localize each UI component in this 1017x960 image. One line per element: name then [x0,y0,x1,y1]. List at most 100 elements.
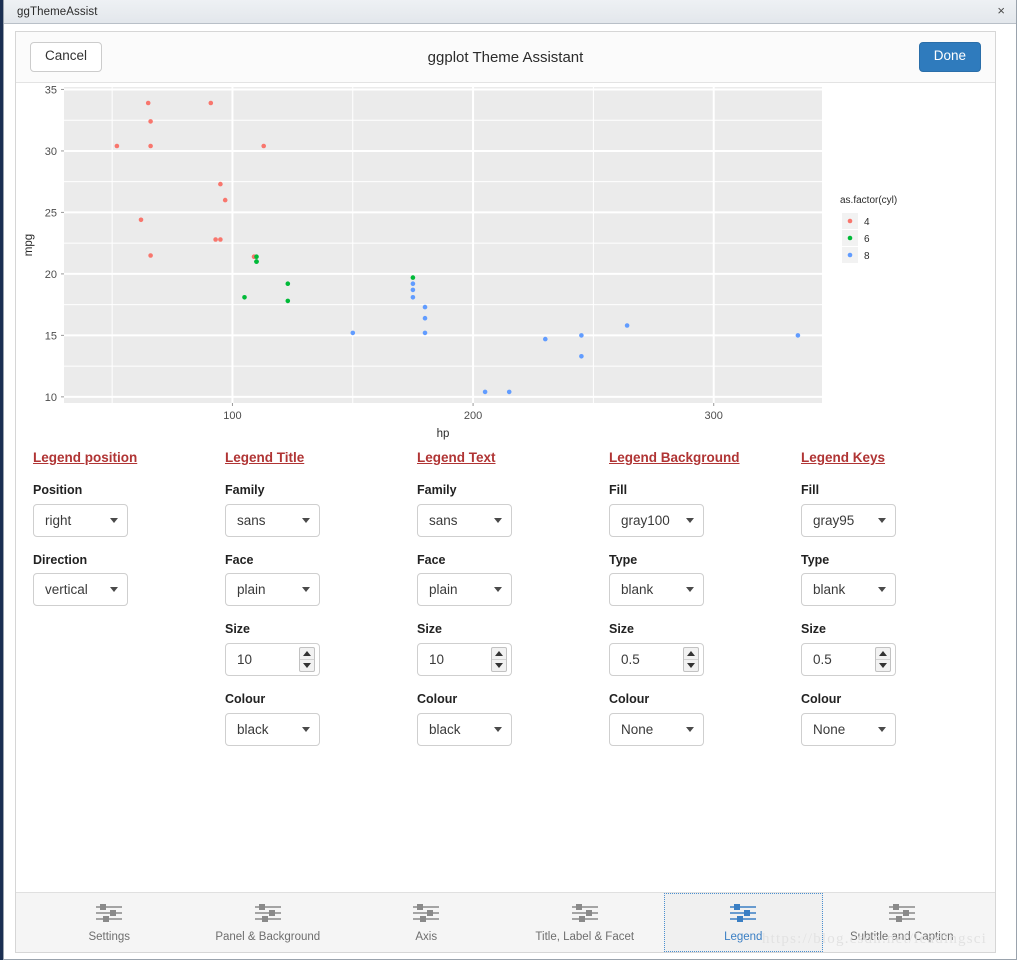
x-axis-label: hp [437,428,450,440]
select-legend-text-family[interactable]: sans [417,503,512,537]
chevron-down-icon [686,587,694,593]
done-button[interactable]: Done [918,42,981,72]
field-legend-position-position: Position right [33,482,213,537]
chevron-down-icon [686,517,694,523]
select-legend-keys-colour[interactable]: None [801,712,896,746]
field-label: Position [33,482,83,497]
control-section-legend-background: Legend Background Fill gray100 Type blank Siz… [597,450,789,763]
spinner-arrows [299,647,315,673]
tab-axis[interactable]: Axis [347,893,506,952]
y-axis-label: mpg [23,234,35,256]
select-legend-title-face[interactable]: plain [225,573,320,607]
select-value: gray95 [813,512,855,528]
field-legend-keys-type: Type blank [801,553,981,607]
spinner-down-button[interactable] [876,659,890,671]
data-point-cyl-4 [208,100,214,106]
data-point-cyl-8 [350,330,356,336]
data-point-cyl-4 [148,119,153,124]
field-legend-background-size: Size 0.5 [609,623,789,677]
tab-label: Legend [724,930,763,943]
sliders-icon [729,903,757,928]
field-label: Face [225,552,254,567]
ytick-label: 15 [45,330,57,342]
spinner-up-button[interactable] [876,648,890,659]
field-label: Colour [225,692,266,707]
spinner-down-button[interactable] [492,659,506,671]
tab-label: Axis [415,930,438,943]
select-value: plain [237,582,266,598]
spinner-up-button[interactable] [684,648,698,659]
data-point-cyl-8 [422,304,428,310]
page-title: ggplot Theme Assistant [427,48,584,66]
tab-settings[interactable]: Settings [30,893,189,952]
select-value: black [237,721,269,737]
tab-legend[interactable]: Legend [664,893,823,952]
data-point-cyl-8 [624,323,630,328]
select-legend-keys-type[interactable]: blank [801,573,896,607]
data-point-cyl-8 [410,281,416,286]
select-legend-title-colour[interactable]: black [225,712,320,746]
data-point-cyl-4 [261,143,266,149]
spinner-legend-background-size[interactable]: 0.5 [609,643,704,677]
ggplot-preview: 10 15 20 25 30 35 100 200 300 hp mpg as.factor(cyl)… [16,83,995,451]
tab-title-label-facet[interactable]: Title, Label & Facet [506,893,665,952]
data-point-cyl-4 [148,143,153,149]
data-point-cyl-8 [422,315,428,321]
chevron-down-icon [302,726,310,732]
field-legend-position-direction: Direction vertical [33,553,213,607]
select-legend-text-colour[interactable]: black [417,712,512,746]
spinner-down-button[interactable] [300,659,314,671]
field-label: Type [609,552,638,567]
select-legend-background-fill[interactable]: gray100 [609,503,704,537]
close-icon[interactable]: × [994,4,1008,19]
spinner-arrows [683,647,699,673]
chevron-down-icon [110,517,118,523]
tab-subtitle-and-caption[interactable]: Subtitle and Caption [823,893,982,952]
chevron-down-icon [302,517,310,523]
data-point-cyl-4 [213,237,218,242]
section-heading: Legend Text [417,450,496,465]
spinner-up-button[interactable] [492,648,506,659]
select-legend-position-position[interactable]: right [33,503,128,537]
select-legend-position-direction[interactable]: vertical [33,573,128,607]
field-legend-title-colour: Colour black [225,692,405,746]
field-label: Family [417,482,457,497]
triangle-up-icon [687,651,695,657]
spinner-up-button[interactable] [300,648,314,659]
data-point-cyl-6 [242,295,247,300]
tab-label: Title, Label & Facet [535,930,635,943]
legend-key-point-6 [847,235,853,241]
spinner-legend-text-size[interactable]: 10 [417,643,512,677]
select-legend-background-type[interactable]: blank [609,573,704,607]
spinner-down-button[interactable] [684,659,698,671]
triangle-down-icon [879,663,887,669]
ytick-label: 20 [45,269,57,281]
dialog-header: Cancel ggplot Theme Assistant Done [16,32,995,83]
field-label: Colour [801,692,842,707]
spinner-arrows [875,647,891,673]
legend-controls: Legend position Position right Direction ver… [16,450,995,763]
triangle-up-icon [495,651,503,657]
cancel-button[interactable]: Cancel [30,42,103,72]
field-label: Size [801,622,827,637]
data-point-cyl-8 [410,287,416,293]
tab-panel-background[interactable]: Panel & Background [189,893,348,952]
spinner-legend-title-size[interactable]: 10 [225,643,320,677]
data-point-cyl-4 [138,217,144,223]
select-value: right [45,512,72,528]
ytick-label: 30 [45,146,57,158]
triangle-down-icon [687,663,695,669]
xtick-label: 100 [223,410,241,422]
spinner-legend-keys-size[interactable]: 0.5 [801,643,896,677]
field-label: Size [225,622,251,637]
ytick-label: 35 [45,84,57,96]
select-legend-keys-fill[interactable]: gray95 [801,503,896,537]
select-legend-background-colour[interactable]: None [609,712,704,746]
select-legend-text-face[interactable]: plain [417,573,512,607]
select-legend-title-family[interactable]: sans [225,503,320,537]
chevron-down-icon [110,587,118,593]
field-legend-keys-colour: Colour None [801,692,981,746]
data-point-cyl-4 [222,197,228,203]
tab-label: Subtitle and Caption [849,930,954,943]
field-legend-title-face: Face plain [225,552,405,607]
